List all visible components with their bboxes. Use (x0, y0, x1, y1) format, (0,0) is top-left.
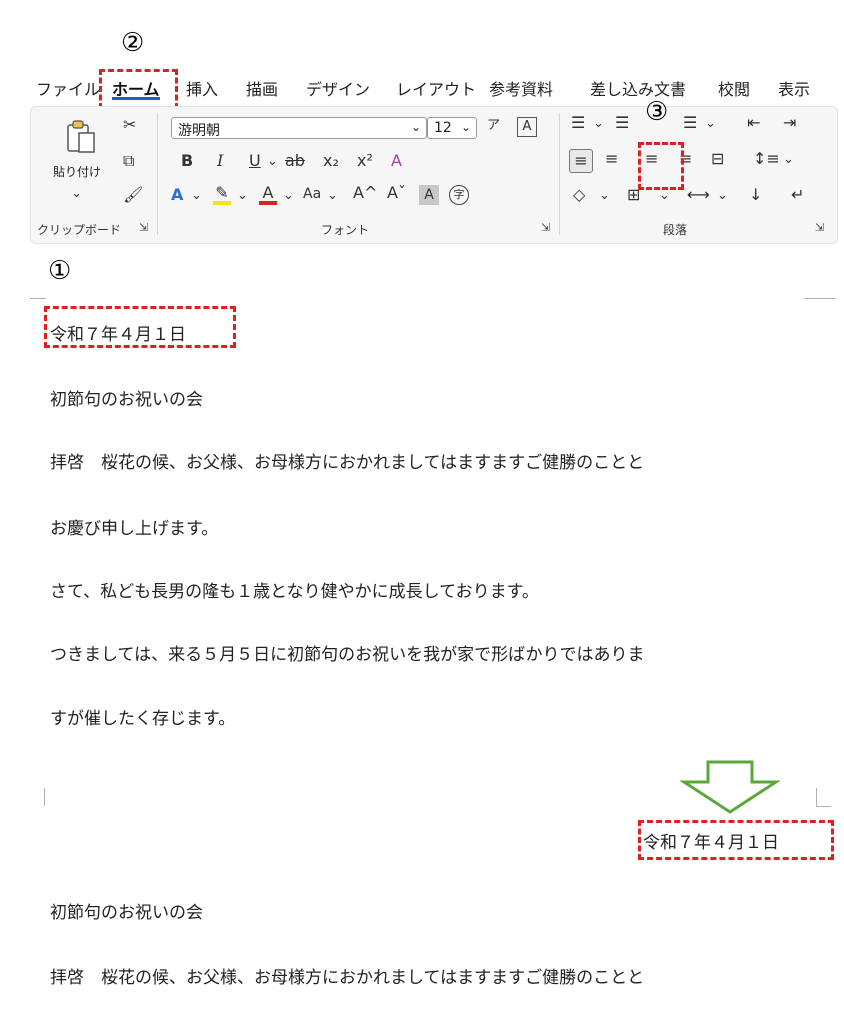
line-spacing-icon[interactable]: ↕≡ (753, 151, 780, 167)
home-tab-highlight (99, 69, 178, 109)
page-corner-mark (30, 788, 45, 806)
superscript-button[interactable]: x² (357, 153, 373, 169)
date-highlight-before (44, 306, 236, 348)
chevron-down-icon[interactable]: ⌄ (659, 189, 670, 202)
paste-dropdown-chevron[interactable]: ⌄ (71, 187, 82, 200)
body-line[interactable]: 拝啓 桜花の候、お父様、お母様方におかれましてはますますご健勝のことと (50, 448, 644, 473)
clipboard-launcher-icon[interactable]: ⇲ (139, 221, 148, 234)
chevron-down-icon[interactable]: ⌄ (237, 189, 248, 202)
chevron-down-icon[interactable]: ⌄ (191, 189, 202, 202)
chevron-down-icon: ⌄ (410, 120, 421, 134)
chevron-down-icon[interactable]: ⌄ (267, 155, 278, 168)
asian-layout-icon[interactable]: ⟷ (687, 187, 710, 203)
chevron-down-icon[interactable]: ⌄ (327, 189, 338, 202)
title-line-before[interactable]: 初節句のお祝いの会 (50, 385, 203, 410)
body-line[interactable]: お慶び申し上げます。 (50, 514, 218, 539)
cut-icon[interactable]: ✂ (123, 117, 136, 133)
body-line[interactable]: つきましては、来る５月５日に初節句のお祝いを我が家で形ばかりではありま (50, 640, 645, 665)
tab-design[interactable]: デザイン (306, 76, 370, 100)
chevron-down-icon[interactable]: ⌄ (717, 189, 728, 202)
bold-button[interactable]: B (181, 153, 193, 169)
show-marks-icon[interactable]: ↵ (791, 187, 804, 203)
chevron-down-icon[interactable]: ⌄ (783, 153, 794, 166)
clipboard-group-label: クリップボード (37, 223, 122, 237)
bullets-icon[interactable]: ☰ (571, 115, 585, 131)
paste-icon[interactable] (65, 119, 97, 155)
font-name-value: 游明朝 (178, 123, 220, 139)
font-size-combo[interactable]: 12 ⌄ (427, 117, 477, 139)
paste-label[interactable]: 貼り付け (53, 163, 101, 180)
ribbon-panel: 貼り付け ⌄ ✂ ⧉ 🖌 クリップボード ⇲ 游明朝 ⌄ 12 ⌄ ア A B … (30, 106, 838, 244)
underline-button[interactable]: U (249, 153, 261, 169)
body-line[interactable]: すが催したく存じます。 (50, 704, 235, 729)
subscript-button[interactable]: x₂ (323, 153, 339, 169)
page-corner-mark (816, 788, 831, 807)
distributed-icon[interactable]: ⊟ (711, 151, 724, 167)
grow-font-button[interactable]: A^ (353, 185, 377, 201)
separator (559, 113, 560, 235)
decrease-indent-icon[interactable]: ⇤ (747, 115, 760, 131)
align-left-icon[interactable]: ≡ (569, 149, 593, 173)
char-shading-button[interactable]: A (419, 185, 439, 205)
highlight-color-icon[interactable]: ✎ (213, 185, 231, 205)
change-case-button[interactable]: Aa (303, 187, 321, 201)
date-highlight-after (638, 820, 834, 860)
tab-insert[interactable]: 挿入 (186, 76, 218, 100)
char-border-icon[interactable]: A (517, 117, 537, 137)
font-size-value: 12 (434, 120, 452, 136)
strikethrough-button[interactable]: ab (285, 153, 305, 169)
shading-icon[interactable]: ◇ (573, 187, 585, 203)
font-group-label: フォント (321, 223, 370, 237)
tab-review[interactable]: 校閲 (718, 76, 750, 100)
tab-layout[interactable]: レイアウト (396, 76, 476, 100)
chevron-down-icon[interactable]: ⌄ (283, 189, 294, 202)
page-corner-mark (30, 286, 46, 299)
sort-icon[interactable]: ↓ (749, 187, 762, 203)
text-effects-icon[interactable]: A (171, 187, 183, 203)
arrow-down-icon (678, 760, 782, 814)
clear-formatting-icon[interactable]: A (391, 153, 402, 169)
align-center-icon[interactable]: ≡ (605, 151, 618, 167)
shrink-font-button[interactable]: Aˇ (387, 185, 406, 201)
copy-icon[interactable]: ⧉ (123, 153, 134, 169)
format-painter-icon[interactable]: 🖌 (123, 187, 143, 203)
tab-draw[interactable]: 描画 (246, 76, 278, 100)
align-right-highlight (638, 142, 684, 190)
chevron-down-icon[interactable]: ⌄ (599, 189, 610, 202)
chevron-down-icon: ⌄ (460, 120, 471, 134)
italic-button[interactable]: I (217, 153, 223, 169)
tab-view[interactable]: 表示 (778, 76, 810, 100)
paragraph-launcher-icon[interactable]: ⇲ (815, 221, 824, 234)
tab-mailings[interactable]: 差し込み文書 (590, 76, 686, 100)
font-launcher-icon[interactable]: ⇲ (541, 221, 550, 234)
tab-file[interactable]: ファイル (36, 76, 100, 100)
marker-three: ③ (645, 97, 669, 127)
enclose-char-button[interactable]: 字 (449, 185, 469, 205)
page-corner-mark (804, 286, 836, 299)
chevron-down-icon[interactable]: ⌄ (705, 117, 716, 130)
paragraph-group-label: 段落 (663, 223, 688, 237)
font-color-button[interactable]: A (259, 185, 277, 205)
body-line[interactable]: さて、私ども長男の隆も１歳となり健やかに成長しております。 (50, 577, 539, 602)
chevron-down-icon[interactable]: ⌄ (593, 117, 604, 130)
multilevel-list-icon[interactable]: ☰ (683, 115, 697, 131)
title-line-after[interactable]: 初節句のお祝いの会 (50, 898, 203, 923)
increase-indent-icon[interactable]: ⇥ (783, 115, 796, 131)
marker-one: ① (48, 256, 72, 286)
body-line[interactable]: 拝啓 桜花の候、お父様、お母様方におかれましてはますますご健勝のことと (50, 963, 644, 988)
separator (157, 113, 158, 235)
tab-references[interactable]: 参考資料 (489, 76, 553, 100)
marker-two: ② (121, 28, 145, 58)
font-name-combo[interactable]: 游明朝 ⌄ (171, 117, 427, 139)
numbering-icon[interactable]: ☰ (615, 115, 629, 131)
phonetic-guide-icon[interactable]: ア (487, 119, 500, 132)
